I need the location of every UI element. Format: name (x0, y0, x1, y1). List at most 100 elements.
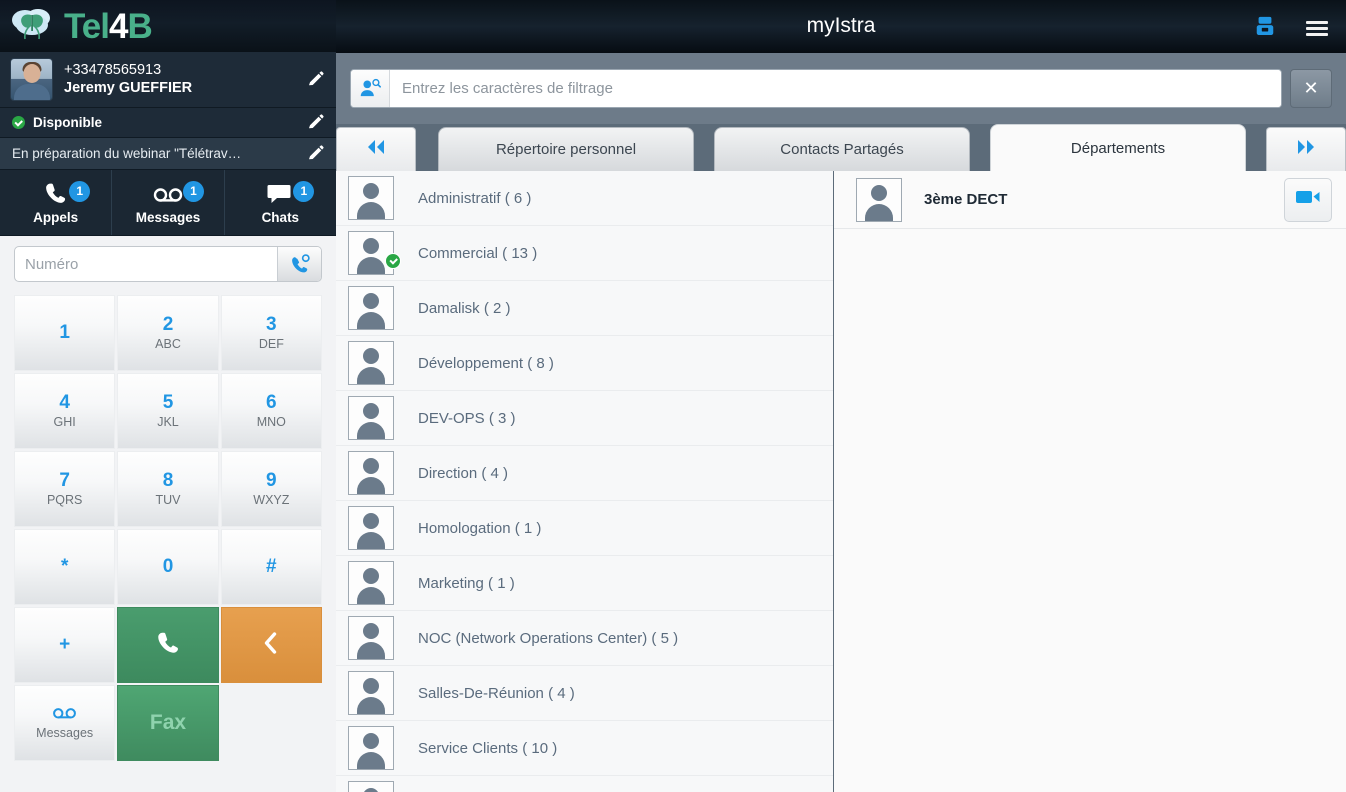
tab-repertoire-personnel[interactable]: Répertoire personnel (438, 127, 694, 172)
sidebar-item-chats[interactable]: 1 Chats (225, 170, 336, 235)
list-item[interactable] (336, 776, 833, 792)
brand-logo-bar: Tel4B (0, 0, 336, 52)
list-item-label: NOC (Network Operations Center) ( 5 ) (418, 629, 679, 647)
appels-badge: 1 (69, 180, 91, 202)
dialpad-key-7[interactable]: 7 PQRS (14, 451, 116, 527)
dialpad-key-5[interactable]: 5 JKL (117, 373, 219, 449)
tab-departements[interactable]: Départements (990, 124, 1246, 172)
list-item[interactable]: DEV-OPS ( 3 ) (336, 391, 833, 447)
dialpad-key-1[interactable]: 1 (14, 295, 116, 371)
edit-note-pencil-icon[interactable] (304, 143, 326, 165)
presence-status-label: Disponible (33, 115, 103, 130)
sidebar-item-appels[interactable]: 1 Appels (0, 170, 113, 235)
key-digit: 9 (266, 470, 277, 491)
department-list: Administratif ( 6 ) Commercial ( 13 ) Da… (336, 171, 834, 792)
sidebar-item-label: Messages (135, 209, 201, 225)
messages-badge: 1 (182, 180, 204, 202)
key-letters: MNO (256, 415, 286, 429)
list-item[interactable]: Damalisk ( 2 ) (336, 281, 833, 337)
key-digit: * (60, 556, 69, 577)
edit-status-pencil-icon[interactable] (304, 112, 326, 134)
dialpad-key-plus[interactable]: + (14, 607, 116, 683)
dial-call-button[interactable] (277, 247, 321, 281)
filter-input[interactable] (390, 69, 1281, 107)
department-avatar (348, 396, 394, 441)
list-item[interactable]: Commercial ( 13 ) (336, 226, 833, 282)
list-item[interactable]: Direction ( 4 ) (336, 446, 833, 502)
phone-handset-icon: 1 (43, 180, 91, 207)
left-sidebar: Tel4B +33478565913 Jeremy GUEFFIER Dispo… (0, 0, 336, 792)
number-field[interactable] (14, 246, 322, 282)
dialpad-key-6[interactable]: 6 MNO (220, 373, 322, 449)
key-digit: 6 (266, 392, 277, 413)
department-detail-panel: 3ème DECT (834, 171, 1346, 792)
department-avatar (348, 506, 394, 551)
dialpad-fax-label: Fax (149, 711, 187, 734)
list-item-label: DEV-OPS ( 3 ) (418, 409, 516, 427)
edit-user-pencil-icon[interactable] (304, 69, 326, 91)
department-avatar (348, 231, 394, 276)
backspace-chevron-icon (261, 631, 281, 660)
video-call-button[interactable] (1284, 177, 1332, 222)
dialpad-call-button[interactable] (117, 607, 219, 683)
header-actions (1254, 0, 1328, 56)
list-item-label: Marketing ( 1 ) (418, 574, 515, 592)
list-item-label: Damalisk ( 2 ) (418, 299, 511, 317)
dialpad-key-hash[interactable]: # (220, 529, 322, 605)
hamburger-menu-icon[interactable] (1306, 18, 1328, 39)
list-item[interactable]: Salles-De-Réunion ( 4 ) (336, 666, 833, 722)
tab-contacts-partages[interactable]: Contacts Partagés (714, 127, 970, 172)
clear-filter-button[interactable]: ✕ (1290, 68, 1332, 108)
list-item-label: Service Clients ( 10 ) (418, 739, 558, 757)
user-phone-number: +33478565913 (64, 62, 162, 78)
sidebar-item-label: Chats (261, 209, 300, 225)
filter-bar: ✕ (336, 52, 1346, 125)
dialpad-key-star[interactable]: * (14, 529, 116, 605)
directory-content: Administratif ( 6 ) Commercial ( 13 ) Da… (336, 171, 1346, 792)
dialpad-backspace-button[interactable] (220, 607, 322, 683)
presence-online-icon (385, 253, 401, 270)
detail-header-row[interactable]: 3ème DECT (834, 171, 1346, 230)
department-avatar (348, 561, 394, 606)
tabs-scroll-left-button[interactable] (336, 127, 416, 172)
list-item[interactable]: Service Clients ( 10 ) (336, 721, 833, 777)
desk-phone-icon[interactable] (1254, 15, 1276, 42)
filter-field[interactable] (350, 68, 1282, 108)
list-item-label: Développement ( 8 ) (418, 354, 554, 372)
presence-available-icon (12, 116, 25, 129)
dialpad-key-8[interactable]: 8 TUV (117, 451, 219, 527)
key-letters: PQRS (46, 493, 83, 507)
list-item[interactable]: Marketing ( 1 ) (336, 556, 833, 612)
list-item[interactable]: Homologation ( 1 ) (336, 501, 833, 557)
current-user-row[interactable]: +33478565913 Jeremy GUEFFIER (0, 52, 336, 108)
sidebar-item-messages[interactable]: 1 Messages (112, 170, 225, 235)
dialpad-fax-button[interactable]: Fax (117, 685, 219, 761)
department-avatar (348, 286, 394, 331)
dialpad-key-4[interactable]: 4 GHI (14, 373, 116, 449)
tab-label: Contacts Partagés (780, 141, 904, 159)
number-input[interactable] (15, 247, 277, 281)
tabs-scroll-right-button[interactable] (1266, 127, 1346, 172)
status-note-row[interactable]: En préparation du webinar "Télétrav… (0, 138, 336, 170)
dialpad-key-9[interactable]: 9 WXYZ (220, 451, 322, 527)
department-avatar (348, 781, 394, 792)
dialpad-key-3[interactable]: 3 DEF (220, 295, 322, 371)
presence-status-row[interactable]: Disponible (0, 108, 336, 138)
double-chevron-right-icon (1294, 138, 1318, 161)
list-item[interactable]: NOC (Network Operations Center) ( 5 ) (336, 611, 833, 667)
tab-label: Répertoire personnel (495, 141, 637, 159)
dialpad-key-0[interactable]: 0 (117, 529, 219, 605)
dialpad-key-2[interactable]: 2 ABC (117, 295, 219, 371)
avatar (10, 58, 53, 101)
tabs-container: Répertoire personnel Contacts Partagés D… (416, 124, 1266, 172)
key-digit: + (59, 634, 71, 655)
list-item[interactable]: Développement ( 8 ) (336, 336, 833, 392)
dialpad-messages-button[interactable]: Messages (14, 685, 116, 761)
cloud-butterfly-logo-icon (8, 3, 64, 49)
page-title: myIstra (806, 14, 876, 38)
key-digit: 5 (162, 392, 174, 413)
department-avatar (348, 176, 394, 221)
list-item[interactable]: Administratif ( 6 ) (336, 171, 833, 227)
voicemail-icon (51, 705, 78, 725)
department-avatar (348, 671, 394, 716)
